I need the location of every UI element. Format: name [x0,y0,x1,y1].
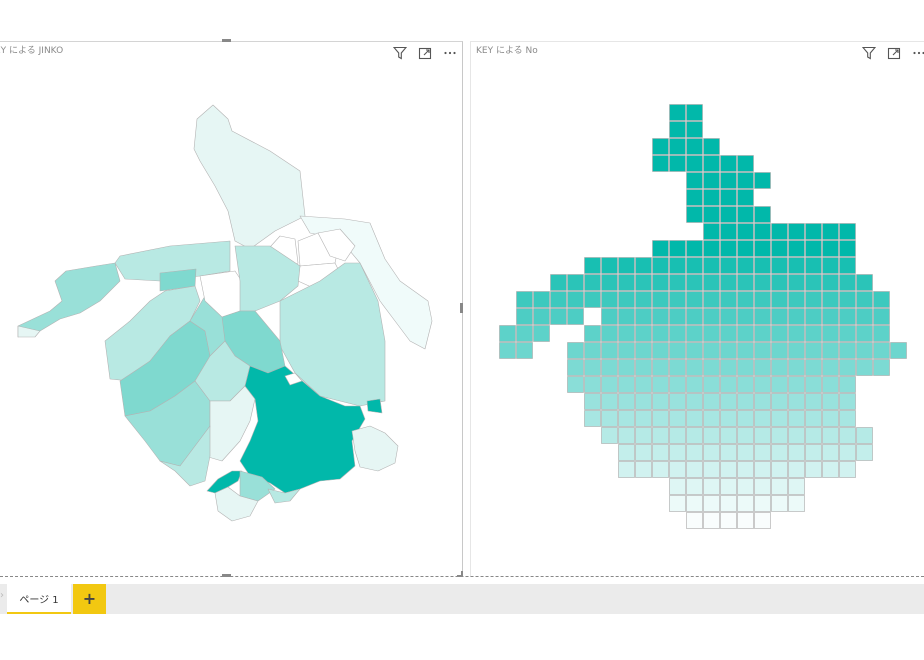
focus-mode-icon[interactable] [886,45,902,61]
visual-title: KEY による No [476,46,538,56]
map-region [193,104,306,250]
page-tab[interactable]: ページ 1 [7,584,71,614]
map-region [17,262,121,338]
plus-icon: + [82,589,97,608]
resize-handle-top[interactable] [222,39,231,42]
add-page-button[interactable]: + [73,584,106,614]
filled-map-visual[interactable]: EY による JINKO [0,41,463,577]
page-tab-bar: › ページ 1 + [0,584,924,614]
filter-icon[interactable] [861,45,877,61]
filled-map [17,104,433,522]
report-canvas: EY による JINKO KEY による No › ページ 1 + [0,0,924,660]
more-options-icon[interactable] [911,45,924,61]
map-region [351,425,399,472]
map-region [366,398,383,414]
canvas-bottom-border [0,576,924,577]
grid-map-visual[interactable]: KEY による No [470,41,924,577]
visual-header [861,45,924,61]
resize-handle-right[interactable] [460,303,463,313]
chevron-left-icon[interactable]: › [0,590,4,601]
page-tab-label: ページ 1 [19,594,59,606]
